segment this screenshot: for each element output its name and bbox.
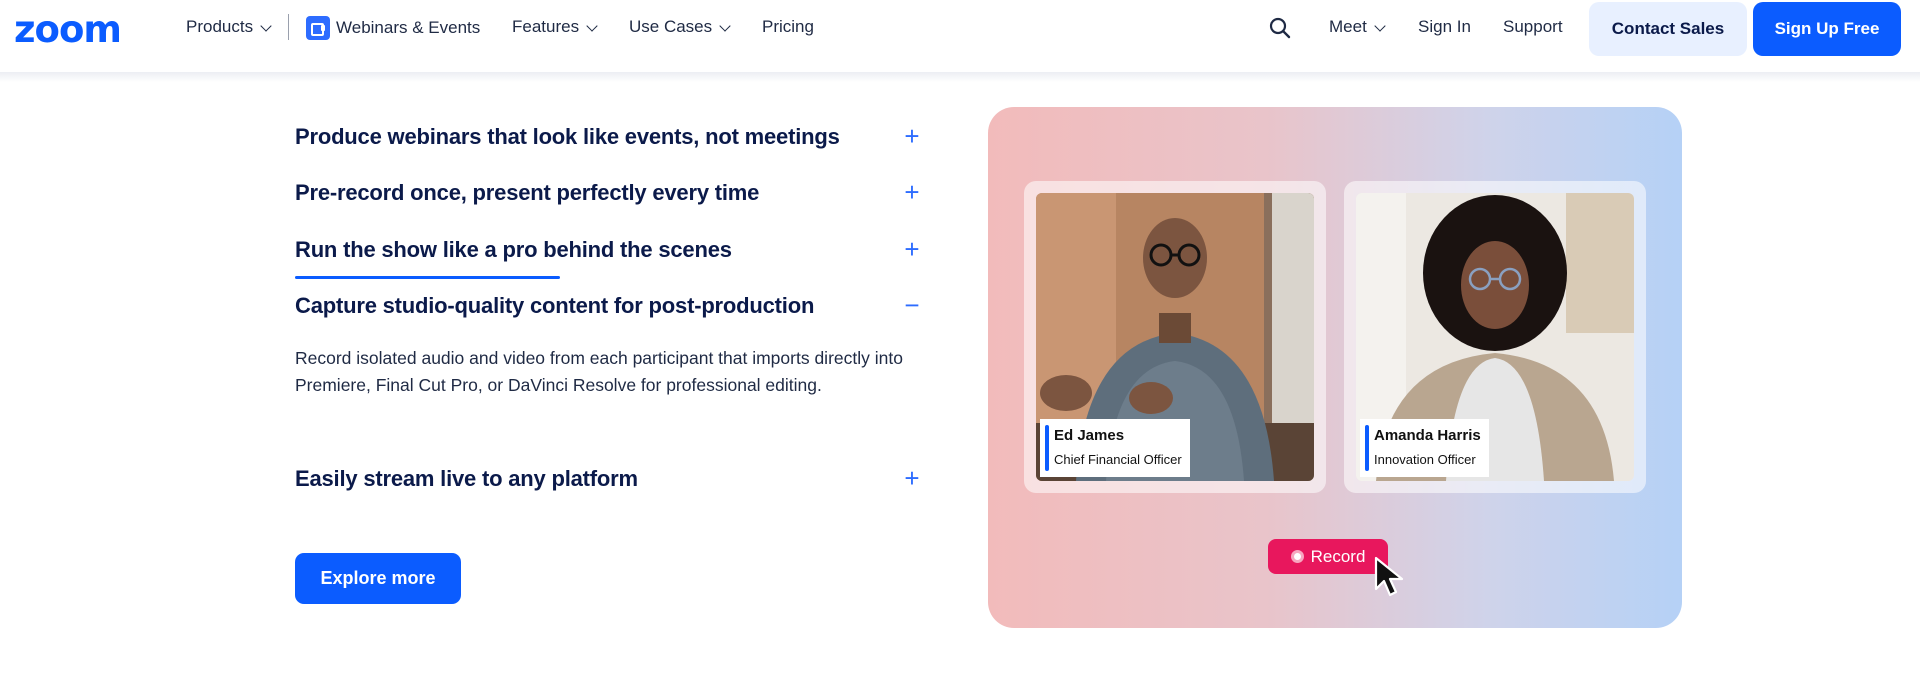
nav-products-label: Products: [186, 17, 254, 36]
participant-name-tag: Ed James Chief Financial Officer: [1040, 419, 1190, 477]
accordion-title: Pre-record once, present perfectly every…: [295, 180, 760, 205]
accordion-progress-bar: [295, 276, 560, 279]
participant-name: Amanda Harris: [1374, 427, 1481, 444]
accordion-item-produce-webinars[interactable]: Produce webinars that look like events, …: [295, 116, 925, 156]
recording-showcase-panel: Ed James Chief Financial Officer Amanda …: [988, 107, 1682, 628]
webinar-icon: [306, 16, 330, 40]
plus-icon[interactable]: +: [903, 235, 921, 263]
nav-products[interactable]: Products: [186, 16, 272, 38]
mouse-cursor-icon: [1374, 556, 1404, 597]
plus-icon[interactable]: +: [903, 178, 921, 206]
nav-pricing[interactable]: Pricing: [762, 16, 814, 38]
nav-support[interactable]: Support: [1503, 16, 1563, 38]
nav-features[interactable]: Features: [512, 16, 598, 38]
record-label: Record: [1310, 546, 1366, 566]
nav-divider: [288, 14, 289, 40]
top-navigation: zoom Products Webinars & Events Features…: [0, 0, 1920, 56]
accordion-item-capture-studio-quality[interactable]: Capture studio-quality content for post-…: [295, 285, 925, 325]
participant-role: Chief Financial Officer: [1054, 452, 1182, 467]
zoom-logo[interactable]: zoom: [14, 10, 122, 50]
participant-tile: Amanda Harris Innovation Officer: [1344, 181, 1646, 493]
header-shadow: [0, 72, 1920, 82]
participant-name: Ed James: [1054, 427, 1125, 444]
record-button[interactable]: Record: [1268, 539, 1388, 574]
accordion-title: Run the show like a pro behind the scene…: [295, 237, 732, 262]
record-dot-icon: [1290, 550, 1304, 563]
nav-webinars-events[interactable]: Webinars & Events: [306, 16, 480, 40]
accordion-item-stream-live[interactable]: Easily stream live to any platform +: [295, 458, 925, 498]
chevron-down-icon: [1374, 19, 1386, 32]
participant-role: Innovation Officer: [1374, 452, 1476, 467]
accordion-title: Easily stream live to any platform: [295, 466, 638, 491]
accordion-title: Produce webinars that look like events, …: [295, 124, 840, 149]
nav-meet[interactable]: Meet: [1329, 16, 1386, 38]
accordion-title: Capture studio-quality content for post-…: [295, 293, 815, 318]
chevron-down-icon: [719, 19, 731, 32]
accordion-body-text: Record isolated audio and video from eac…: [295, 348, 903, 395]
explore-more-button[interactable]: Explore more: [295, 553, 461, 604]
nav-meet-label: Meet: [1329, 17, 1367, 36]
nav-features-label: Features: [512, 17, 580, 36]
accordion-item-run-the-show[interactable]: Run the show like a pro behind the scene…: [295, 229, 925, 269]
nav-sign-in-label: Sign In: [1418, 17, 1471, 36]
participant-tile: Ed James Chief Financial Officer: [1024, 181, 1326, 493]
accordion-item-pre-record[interactable]: Pre-record once, present perfectly every…: [295, 172, 925, 212]
sign-up-free-button[interactable]: Sign Up Free: [1753, 2, 1901, 56]
minus-icon[interactable]: −: [903, 291, 921, 319]
nav-use-cases-label: Use Cases: [629, 17, 713, 36]
search-icon[interactable]: [1268, 16, 1292, 40]
chevron-down-icon: [586, 19, 598, 32]
chevron-down-icon: [260, 19, 272, 32]
contact-sales-button[interactable]: Contact Sales: [1589, 2, 1747, 56]
nav-use-cases[interactable]: Use Cases: [629, 16, 731, 38]
nav-pricing-label: Pricing: [762, 17, 814, 36]
nav-sign-in[interactable]: Sign In: [1418, 16, 1471, 38]
nav-support-label: Support: [1503, 17, 1563, 36]
plus-icon[interactable]: +: [903, 122, 921, 150]
nav-webinars-label: Webinars & Events: [336, 18, 481, 37]
participant-name-tag: Amanda Harris Innovation Officer: [1360, 419, 1489, 477]
plus-icon[interactable]: +: [903, 464, 921, 492]
